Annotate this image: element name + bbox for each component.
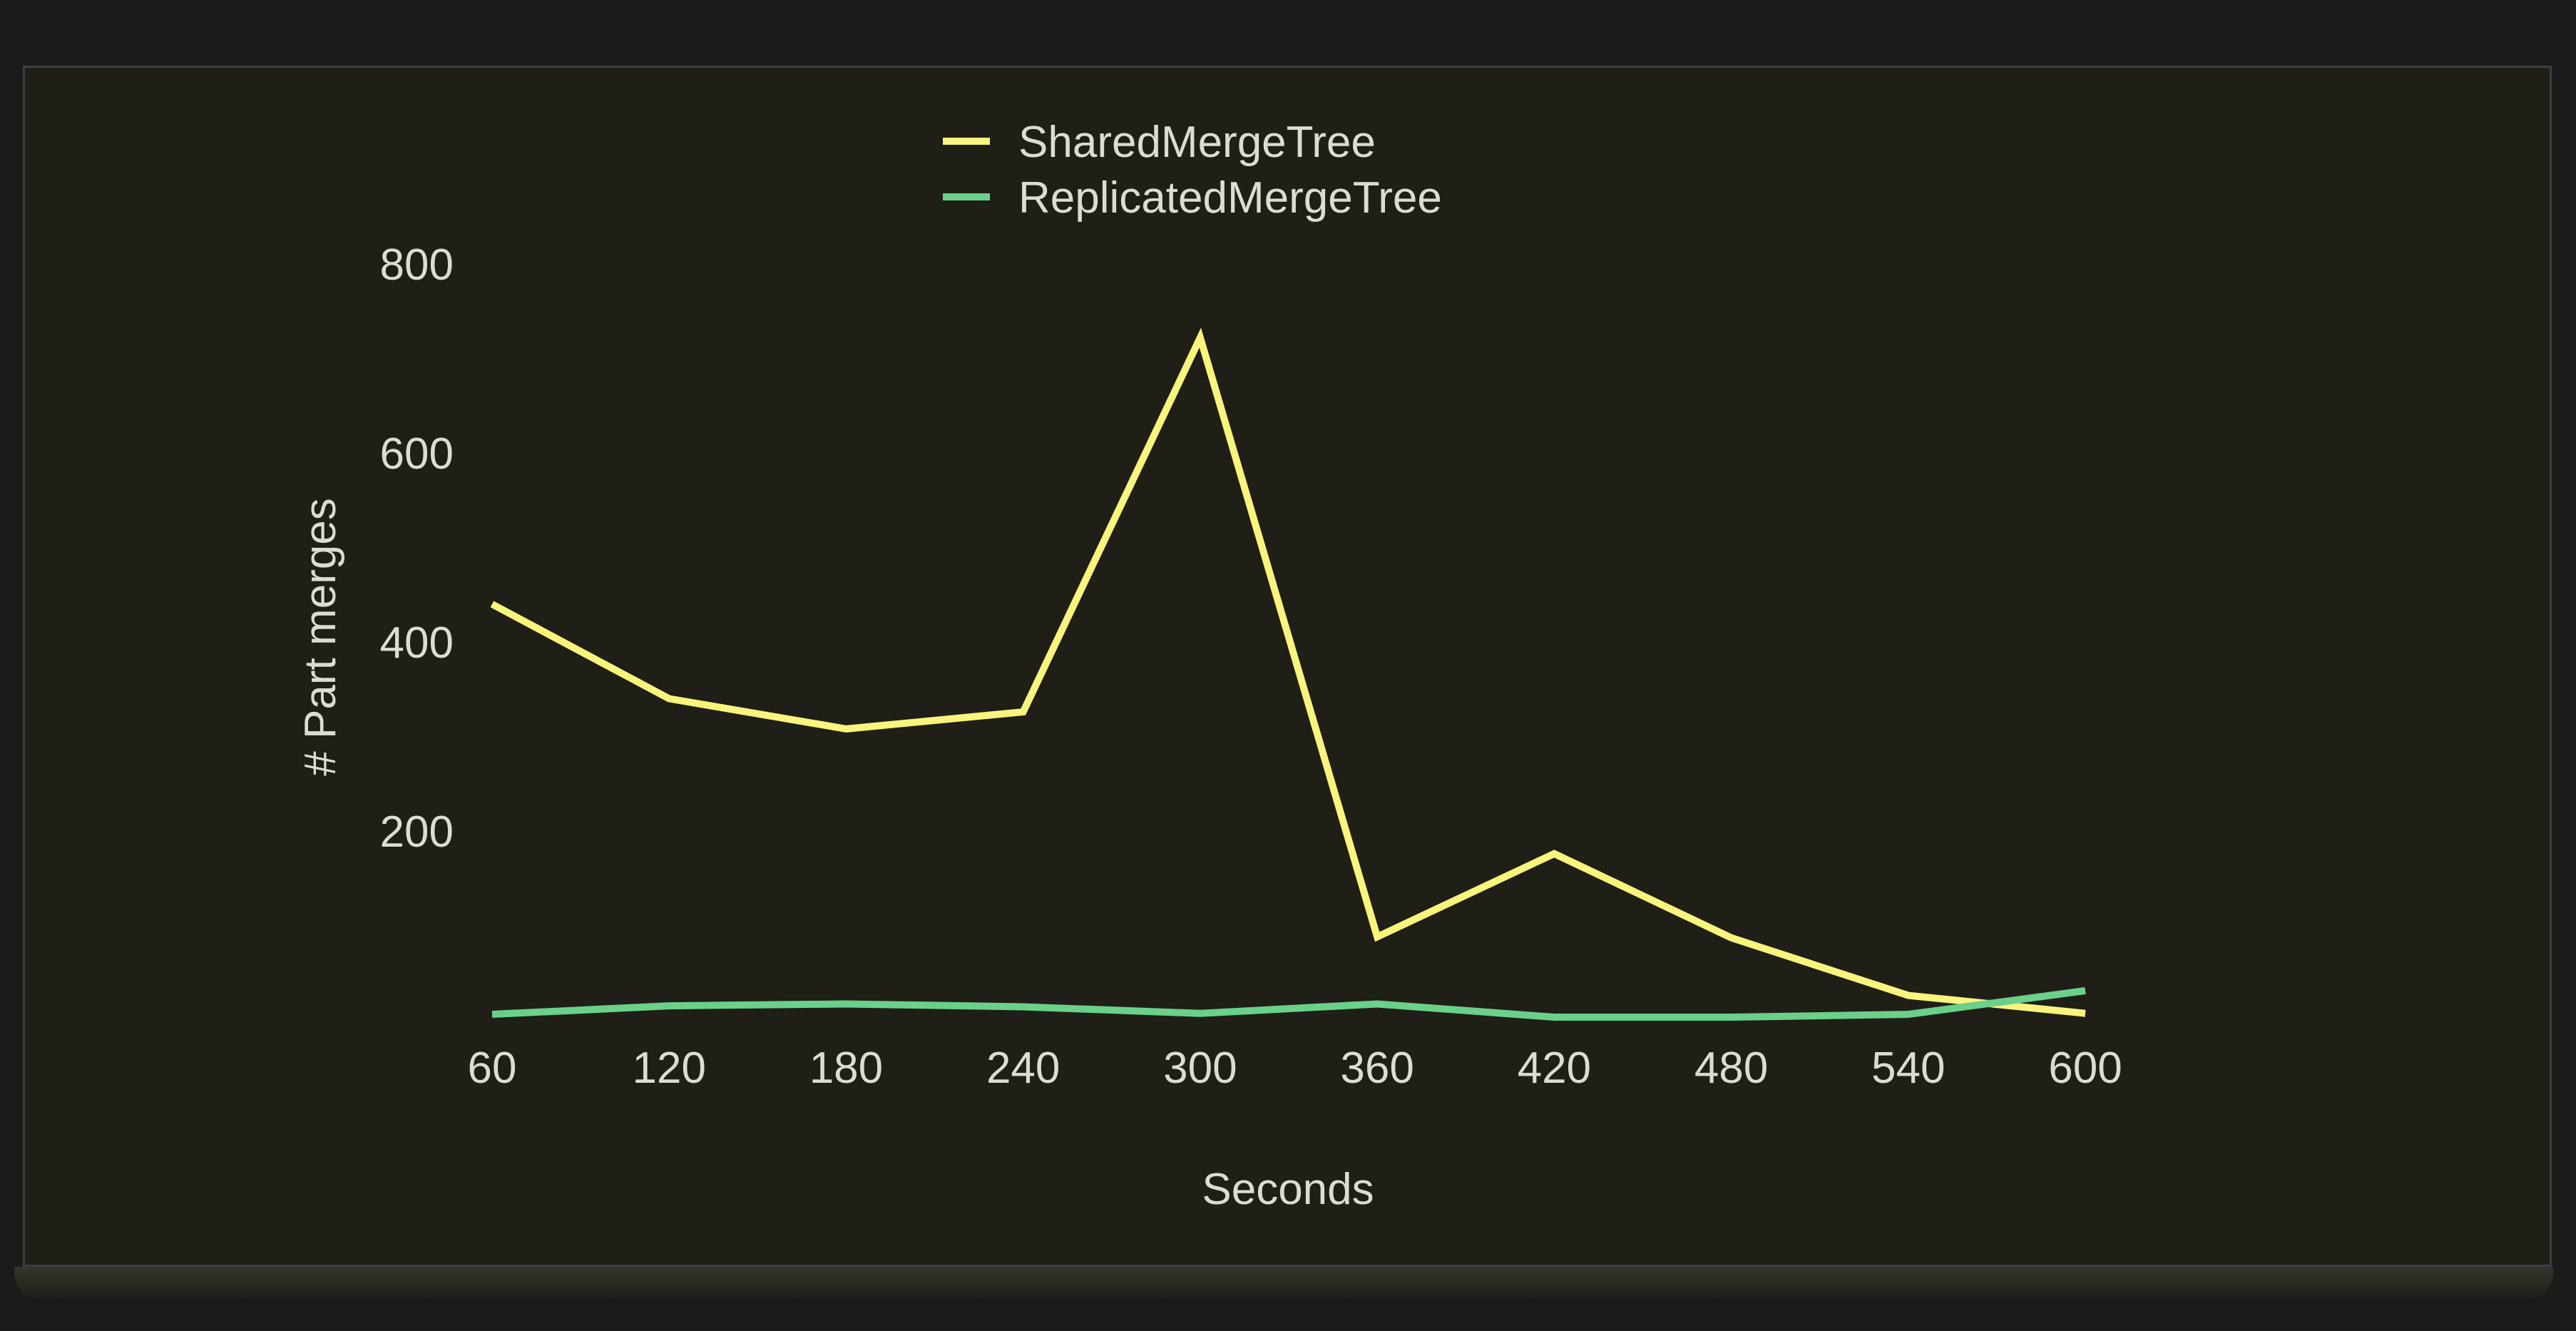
x-tick-label: 120 bbox=[632, 1044, 705, 1093]
x-tick-label: 60 bbox=[468, 1044, 517, 1093]
series-line-sharedmergetree bbox=[490, 327, 2086, 1017]
y-axis-label: # Part merges bbox=[296, 498, 345, 775]
y-axis: 200 400 600 800 bbox=[380, 240, 454, 857]
y-tick-label: 200 bbox=[380, 807, 454, 857]
x-axis: 60 120 180 240 300 360 420 480 540 600 bbox=[468, 1044, 2122, 1093]
y-tick-label: 400 bbox=[380, 618, 454, 668]
x-tick-label: 180 bbox=[809, 1044, 883, 1093]
legend-label: SharedMergeTree bbox=[1018, 118, 1376, 167]
x-tick-label: 300 bbox=[1163, 1044, 1237, 1093]
legend: SharedMergeTree ReplicatedMergeTree bbox=[943, 118, 1442, 223]
x-tick-label: 240 bbox=[986, 1044, 1060, 1093]
x-tick-label: 540 bbox=[1871, 1044, 1945, 1093]
x-tick-label: 420 bbox=[1518, 1044, 1591, 1093]
x-axis-label: Seconds bbox=[1202, 1165, 1374, 1214]
x-tick-label: 600 bbox=[2048, 1044, 2122, 1093]
legend-label: ReplicatedMergeTree bbox=[1018, 173, 1442, 223]
x-tick-label: 360 bbox=[1340, 1044, 1414, 1093]
series-layer bbox=[490, 327, 2086, 1021]
x-tick-label: 480 bbox=[1695, 1044, 1768, 1093]
y-tick-label: 600 bbox=[380, 429, 454, 479]
y-tick-label: 800 bbox=[380, 240, 454, 290]
line-chart: SharedMergeTree ReplicatedMergeTree 200 40… bbox=[296, 118, 2122, 1214]
series-line-replicatedmergetree bbox=[491, 986, 2086, 1021]
